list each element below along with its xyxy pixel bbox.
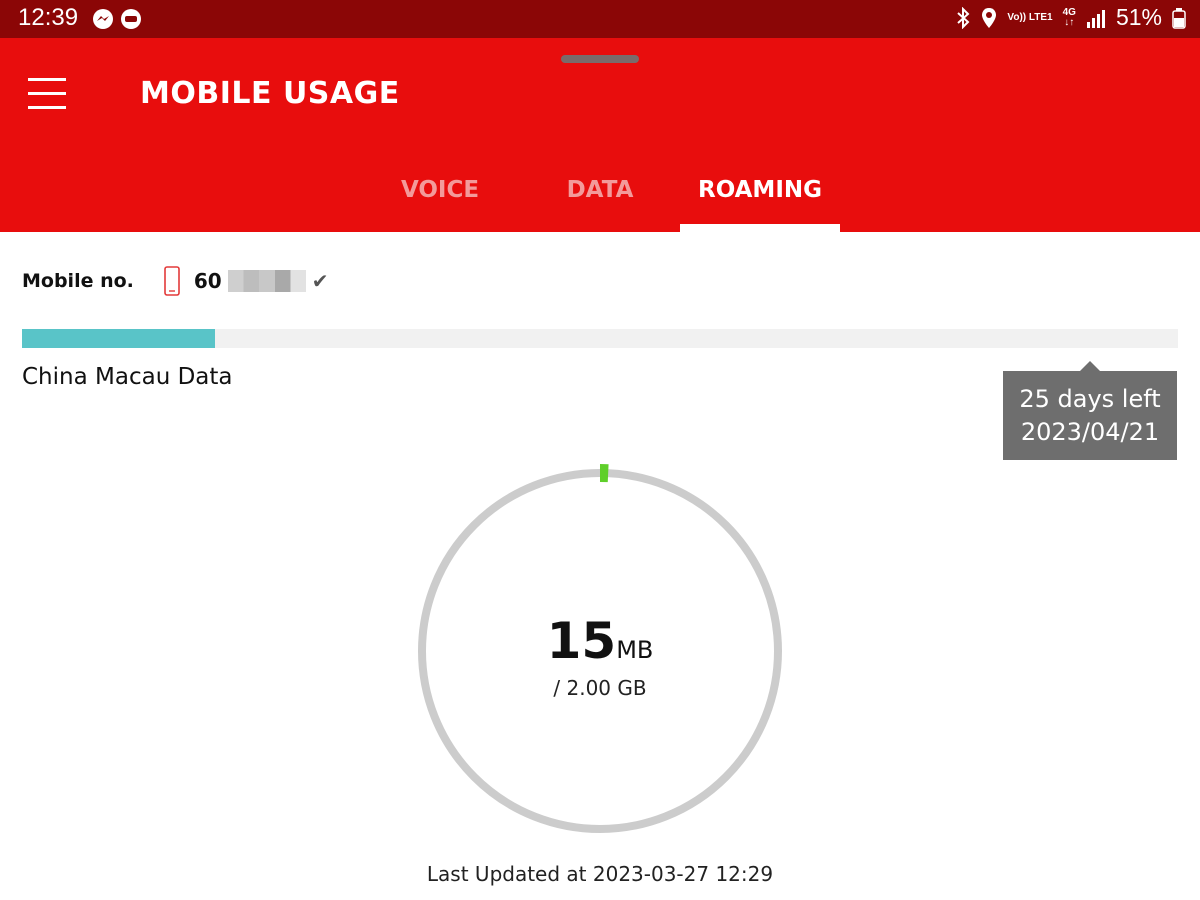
active-tab-indicator xyxy=(680,224,840,232)
mobile-number-row: Mobile no. 60 ✔ xyxy=(22,264,329,298)
period-progress-bar xyxy=(22,329,1178,348)
masked-number xyxy=(227,270,306,292)
battery-icon xyxy=(1172,7,1186,29)
network-4g: 4G ↓↑ xyxy=(1062,6,1076,28)
usage-used-unit: MB xyxy=(616,636,654,664)
page-title: MOBILE USAGE xyxy=(140,76,400,111)
app-bar: MOBILE USAGE VOICE DATA ROAMING xyxy=(0,38,1200,232)
messenger-icon xyxy=(93,9,113,29)
status-time: 12:39 xyxy=(18,4,79,31)
expiry-date: 2023/04/21 xyxy=(1020,418,1160,446)
usage-amount: 15MB xyxy=(0,612,1200,670)
network-volte: Vo)) LTE1 xyxy=(1007,11,1053,23)
status-right: Vo)) LTE1 4G ↓↑ 51% xyxy=(955,4,1186,31)
line-app-icon xyxy=(121,9,141,29)
tab-voice[interactable]: VOICE xyxy=(360,160,520,232)
plan-name: China Macau Data xyxy=(22,364,233,390)
days-left-tooltip: 25 days left 2023/04/21 xyxy=(1003,371,1177,460)
drag-handle[interactable] xyxy=(561,55,639,63)
last-updated: Last Updated at 2023-03-27 12:29 xyxy=(426,862,774,886)
usage-total: / 2.00 GB xyxy=(553,676,647,700)
tooltip-arrow xyxy=(1080,361,1100,371)
mobile-label: Mobile no. xyxy=(22,270,134,292)
notification-icons xyxy=(92,8,142,30)
battery-percent: 51% xyxy=(1115,4,1162,30)
mobile-number[interactable]: 60 xyxy=(194,269,222,293)
location-icon xyxy=(982,7,997,28)
phone-icon xyxy=(164,266,180,296)
signal-icon xyxy=(1086,9,1105,28)
bluetooth-icon xyxy=(957,6,970,29)
days-left-text: 25 days left xyxy=(1019,385,1161,413)
period-progress-fill xyxy=(22,329,216,348)
usage-used-value: 15 xyxy=(546,612,617,670)
check-icon: ✔ xyxy=(311,269,329,293)
menu-icon[interactable] xyxy=(20,72,74,116)
status-bar: 12:39 Vo)) LTE1 4G ↓↑ 51% xyxy=(0,0,1200,38)
tab-data[interactable]: DATA xyxy=(520,160,680,232)
tab-roaming[interactable]: ROAMING xyxy=(680,160,840,232)
